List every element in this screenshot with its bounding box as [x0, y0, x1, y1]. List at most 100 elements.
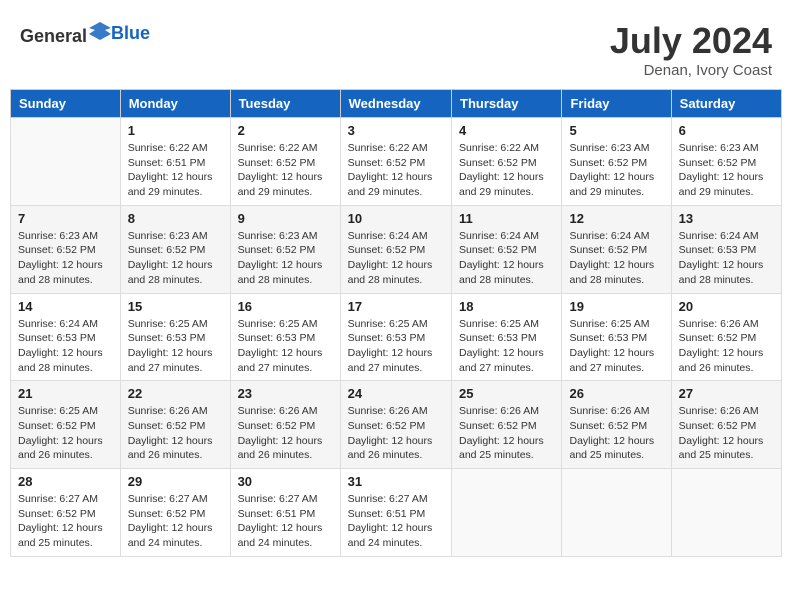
day-info: Sunrise: 6:25 AM Sunset: 6:53 PM Dayligh…	[238, 317, 333, 376]
table-row: 4 Sunrise: 6:22 AM Sunset: 6:52 PM Daylig…	[452, 118, 562, 206]
col-header-sunday: Sunday	[11, 90, 121, 118]
day-number: 21	[18, 386, 113, 401]
table-row: 26 Sunrise: 6:26 AM Sunset: 6:52 PM Dayli…	[562, 381, 671, 469]
day-info: Sunrise: 6:22 AM Sunset: 6:52 PM Dayligh…	[238, 141, 333, 200]
day-number: 10	[348, 211, 444, 226]
day-info: Sunrise: 6:27 AM Sunset: 6:51 PM Dayligh…	[348, 492, 444, 551]
calendar-table: Sunday Monday Tuesday Wednesday Thursday…	[10, 89, 782, 557]
table-row: 9 Sunrise: 6:23 AM Sunset: 6:52 PM Daylig…	[230, 205, 340, 293]
day-info: Sunrise: 6:26 AM Sunset: 6:52 PM Dayligh…	[569, 404, 663, 463]
day-info: Sunrise: 6:25 AM Sunset: 6:53 PM Dayligh…	[459, 317, 554, 376]
table-row: 1 Sunrise: 6:22 AM Sunset: 6:51 PM Daylig…	[120, 118, 230, 206]
table-row: 27Sunrise: 6:26 AM Sunset: 6:52 PM Dayli…	[671, 381, 781, 469]
day-number: 26	[569, 386, 663, 401]
table-row: 11 Sunrise: 6:24 AM Sunset: 6:52 PM Dayli…	[452, 205, 562, 293]
day-info: Sunrise: 6:24 AM Sunset: 6:53 PM Dayligh…	[18, 317, 113, 376]
day-info: Sunrise: 6:26 AM Sunset: 6:52 PM Dayligh…	[348, 404, 444, 463]
calendar-week-row: 7Sunrise: 6:23 AM Sunset: 6:52 PM Daylig…	[11, 205, 782, 293]
month-year-title: July 2024	[610, 20, 772, 62]
table-row: 23Sunrise: 6:26 AM Sunset: 6:52 PM Dayli…	[230, 381, 340, 469]
day-number: 13	[679, 211, 774, 226]
day-info: Sunrise: 6:23 AM Sunset: 6:52 PM Dayligh…	[128, 229, 223, 288]
table-row: 28 Sunrise: 6:27 AM Sunset: 6:52 PM Dayli…	[11, 469, 121, 557]
day-info: Sunrise: 6:24 AM Sunset: 6:52 PM Dayligh…	[569, 229, 663, 288]
col-header-saturday: Saturday	[671, 90, 781, 118]
day-number: 22	[128, 386, 223, 401]
table-row: 30Sunrise: 6:27 AM Sunset: 6:51 PM Dayli…	[230, 469, 340, 557]
day-number: 1	[128, 123, 223, 138]
table-row	[671, 469, 781, 557]
day-number: 3	[348, 123, 444, 138]
table-row: 31 Sunrise: 6:27 AM Sunset: 6:51 PM Dayli…	[340, 469, 451, 557]
col-header-friday: Friday	[562, 90, 671, 118]
table-row: 17 Sunrise: 6:25 AM Sunset: 6:53 PM Dayli…	[340, 293, 451, 381]
table-row: 15 Sunrise: 6:25 AM Sunset: 6:53 PM Dayli…	[120, 293, 230, 381]
calendar-week-row: 14 Sunrise: 6:24 AM Sunset: 6:53 PM Dayli…	[11, 293, 782, 381]
table-row: 5Sunrise: 6:23 AM Sunset: 6:52 PM Daylig…	[562, 118, 671, 206]
table-row: 7Sunrise: 6:23 AM Sunset: 6:52 PM Daylig…	[11, 205, 121, 293]
table-row: 22 Sunrise: 6:26 AM Sunset: 6:52 PM Dayli…	[120, 381, 230, 469]
day-number: 20	[679, 299, 774, 314]
day-number: 16	[238, 299, 333, 314]
col-header-monday: Monday	[120, 90, 230, 118]
day-number: 28	[18, 474, 113, 489]
day-info: Sunrise: 6:24 AM Sunset: 6:53 PM Dayligh…	[679, 229, 774, 288]
calendar-header-row: Sunday Monday Tuesday Wednesday Thursday…	[11, 90, 782, 118]
location-subtitle: Denan, Ivory Coast	[610, 62, 772, 79]
day-number: 19	[569, 299, 663, 314]
title-area: July 2024 Denan, Ivory Coast	[610, 20, 772, 79]
day-info: Sunrise: 6:26 AM Sunset: 6:52 PM Dayligh…	[459, 404, 554, 463]
table-row: 10 Sunrise: 6:24 AM Sunset: 6:52 PM Dayli…	[340, 205, 451, 293]
day-number: 2	[238, 123, 333, 138]
day-info: Sunrise: 6:25 AM Sunset: 6:53 PM Dayligh…	[569, 317, 663, 376]
day-number: 6	[679, 123, 774, 138]
day-number: 27	[679, 386, 774, 401]
table-row: 3 Sunrise: 6:22 AM Sunset: 6:52 PM Daylig…	[340, 118, 451, 206]
page-header: General Blue July 2024 Denan, Ivory Coas…	[10, 10, 782, 84]
logo: General Blue	[20, 20, 150, 47]
day-info: Sunrise: 6:25 AM Sunset: 6:52 PM Dayligh…	[18, 404, 113, 463]
day-number: 23	[238, 386, 333, 401]
col-header-tuesday: Tuesday	[230, 90, 340, 118]
day-number: 31	[348, 474, 444, 489]
day-number: 25	[459, 386, 554, 401]
day-info: Sunrise: 6:24 AM Sunset: 6:52 PM Dayligh…	[348, 229, 444, 288]
col-header-wednesday: Wednesday	[340, 90, 451, 118]
table-row: 14 Sunrise: 6:24 AM Sunset: 6:53 PM Dayli…	[11, 293, 121, 381]
day-number: 17	[348, 299, 444, 314]
table-row: 13 Sunrise: 6:24 AM Sunset: 6:53 PM Dayli…	[671, 205, 781, 293]
day-number: 8	[128, 211, 223, 226]
day-info: Sunrise: 6:26 AM Sunset: 6:52 PM Dayligh…	[128, 404, 223, 463]
day-info: Sunrise: 6:22 AM Sunset: 6:52 PM Dayligh…	[459, 141, 554, 200]
col-header-thursday: Thursday	[452, 90, 562, 118]
day-number: 14	[18, 299, 113, 314]
day-info: Sunrise: 6:25 AM Sunset: 6:53 PM Dayligh…	[128, 317, 223, 376]
calendar-week-row: 21 Sunrise: 6:25 AM Sunset: 6:52 PM Dayli…	[11, 381, 782, 469]
day-info: Sunrise: 6:22 AM Sunset: 6:51 PM Dayligh…	[128, 141, 223, 200]
day-number: 15	[128, 299, 223, 314]
table-row: 12Sunrise: 6:24 AM Sunset: 6:52 PM Dayli…	[562, 205, 671, 293]
day-info: Sunrise: 6:27 AM Sunset: 6:52 PM Dayligh…	[18, 492, 113, 551]
day-info: Sunrise: 6:22 AM Sunset: 6:52 PM Dayligh…	[348, 141, 444, 200]
day-info: Sunrise: 6:27 AM Sunset: 6:51 PM Dayligh…	[238, 492, 333, 551]
table-row: 19 Sunrise: 6:25 AM Sunset: 6:53 PM Dayli…	[562, 293, 671, 381]
day-number: 11	[459, 211, 554, 226]
day-number: 4	[459, 123, 554, 138]
day-info: Sunrise: 6:25 AM Sunset: 6:53 PM Dayligh…	[348, 317, 444, 376]
day-info: Sunrise: 6:27 AM Sunset: 6:52 PM Dayligh…	[128, 492, 223, 551]
day-number: 24	[348, 386, 444, 401]
logo-bird-icon	[89, 20, 111, 42]
table-row: 24 Sunrise: 6:26 AM Sunset: 6:52 PM Dayli…	[340, 381, 451, 469]
day-number: 18	[459, 299, 554, 314]
table-row: 29 Sunrise: 6:27 AM Sunset: 6:52 PM Dayli…	[120, 469, 230, 557]
day-info: Sunrise: 6:23 AM Sunset: 6:52 PM Dayligh…	[238, 229, 333, 288]
day-number: 9	[238, 211, 333, 226]
table-row: 16 Sunrise: 6:25 AM Sunset: 6:53 PM Dayli…	[230, 293, 340, 381]
calendar-week-row: 28 Sunrise: 6:27 AM Sunset: 6:52 PM Dayli…	[11, 469, 782, 557]
day-info: Sunrise: 6:26 AM Sunset: 6:52 PM Dayligh…	[679, 317, 774, 376]
day-info: Sunrise: 6:24 AM Sunset: 6:52 PM Dayligh…	[459, 229, 554, 288]
day-number: 29	[128, 474, 223, 489]
table-row	[562, 469, 671, 557]
day-info: Sunrise: 6:23 AM Sunset: 6:52 PM Dayligh…	[679, 141, 774, 200]
day-info: Sunrise: 6:23 AM Sunset: 6:52 PM Dayligh…	[18, 229, 113, 288]
